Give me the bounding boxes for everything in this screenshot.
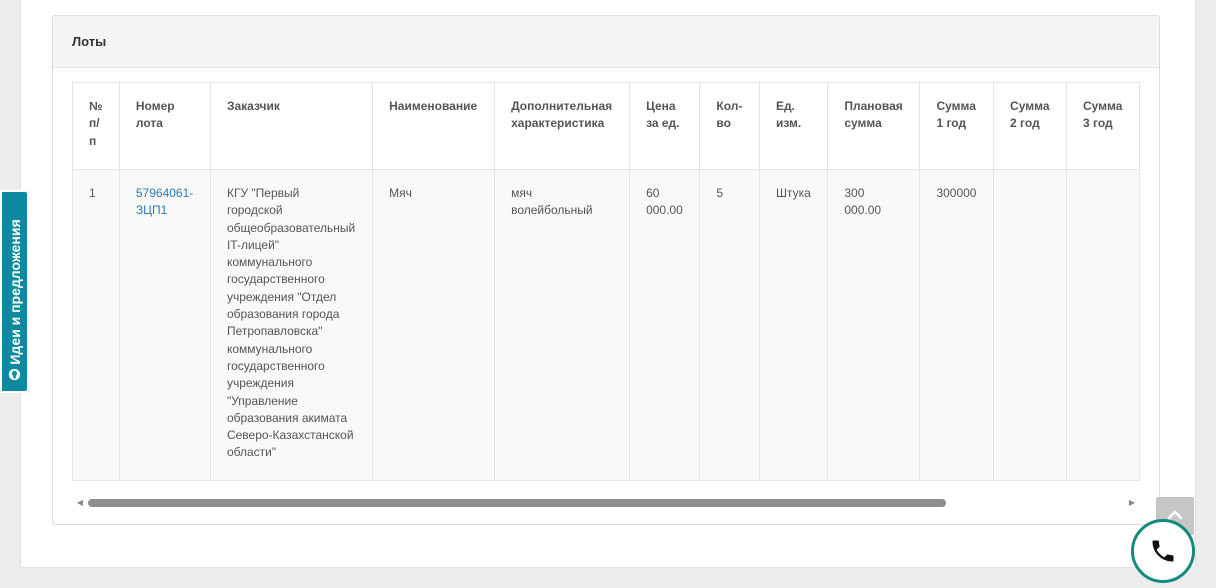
col-header-name: Наименование: [372, 82, 496, 170]
cell-quantity: 5: [699, 169, 760, 481]
lots-panel: Лоты № п/п Номер лота Заказчик Наименова…: [52, 15, 1160, 525]
cell-lot-number: 57964061-ЗЦП1: [118, 169, 211, 481]
col-header-sum-year-3: Сумма 3 год: [1065, 82, 1140, 170]
table-header-row: № п/п Номер лота Заказчик Наименование Д…: [72, 82, 1140, 170]
horizontal-scrollbar[interactable]: ◀ ▶: [72, 496, 1140, 509]
col-header-planned-sum: Плановая сумма: [827, 82, 921, 170]
cell-unit-price: 60 000.00: [629, 169, 701, 481]
feedback-tab-label: Идеи и предложения: [7, 219, 23, 365]
cell-extra-characteristic: мяч волейбольный: [494, 169, 631, 481]
phone-icon: [1152, 540, 1174, 562]
lightbulb-icon: [8, 368, 21, 381]
col-header-unit-price: Цена за ед.: [629, 82, 701, 170]
lot-number-link[interactable]: 57964061-ЗЦП1: [136, 186, 193, 217]
panel-title: Лоты: [53, 16, 1159, 68]
cell-number: 1: [72, 169, 120, 481]
chevron-up-icon: [1168, 510, 1182, 520]
col-header-extra-characteristic: Дополнительная характеристика: [494, 82, 631, 170]
col-header-customer: Заказчик: [209, 82, 374, 170]
call-button[interactable]: [1131, 519, 1195, 583]
cell-planned-sum: 300 000.00: [827, 169, 921, 481]
cell-unit: Штука: [758, 169, 829, 481]
feedback-tab[interactable]: Идеи и предложения: [0, 190, 29, 393]
scroll-right-arrow-icon[interactable]: ▶: [1126, 496, 1138, 509]
cell-name: Мяч: [372, 169, 496, 481]
col-header-quantity: Кол-во: [699, 82, 760, 170]
col-header-sum-year-1: Сумма 1 год: [919, 82, 995, 170]
cell-sum-year-3: [1065, 169, 1140, 481]
scroll-left-arrow-icon[interactable]: ◀: [74, 496, 86, 509]
scrollbar-thumb[interactable]: [88, 499, 946, 507]
col-header-unit: Ед. изм.: [758, 82, 829, 170]
col-header-lot-number: Номер лота: [118, 82, 211, 170]
lots-table-container[interactable]: № п/п Номер лота Заказчик Наименование Д…: [72, 82, 1140, 512]
cell-sum-year-1: 300000: [919, 169, 995, 481]
col-header-sum-year-2: Сумма 2 год: [993, 82, 1067, 170]
cell-sum-year-2: [993, 169, 1067, 481]
cell-customer: КГУ "Первый городской общеобразовательны…: [209, 169, 374, 481]
table-row: 1 57964061-ЗЦП1 КГУ "Первый городской об…: [72, 169, 1140, 481]
col-header-number: № п/п: [72, 82, 120, 170]
lots-table: № п/п Номер лота Заказчик Наименование Д…: [72, 82, 1140, 481]
